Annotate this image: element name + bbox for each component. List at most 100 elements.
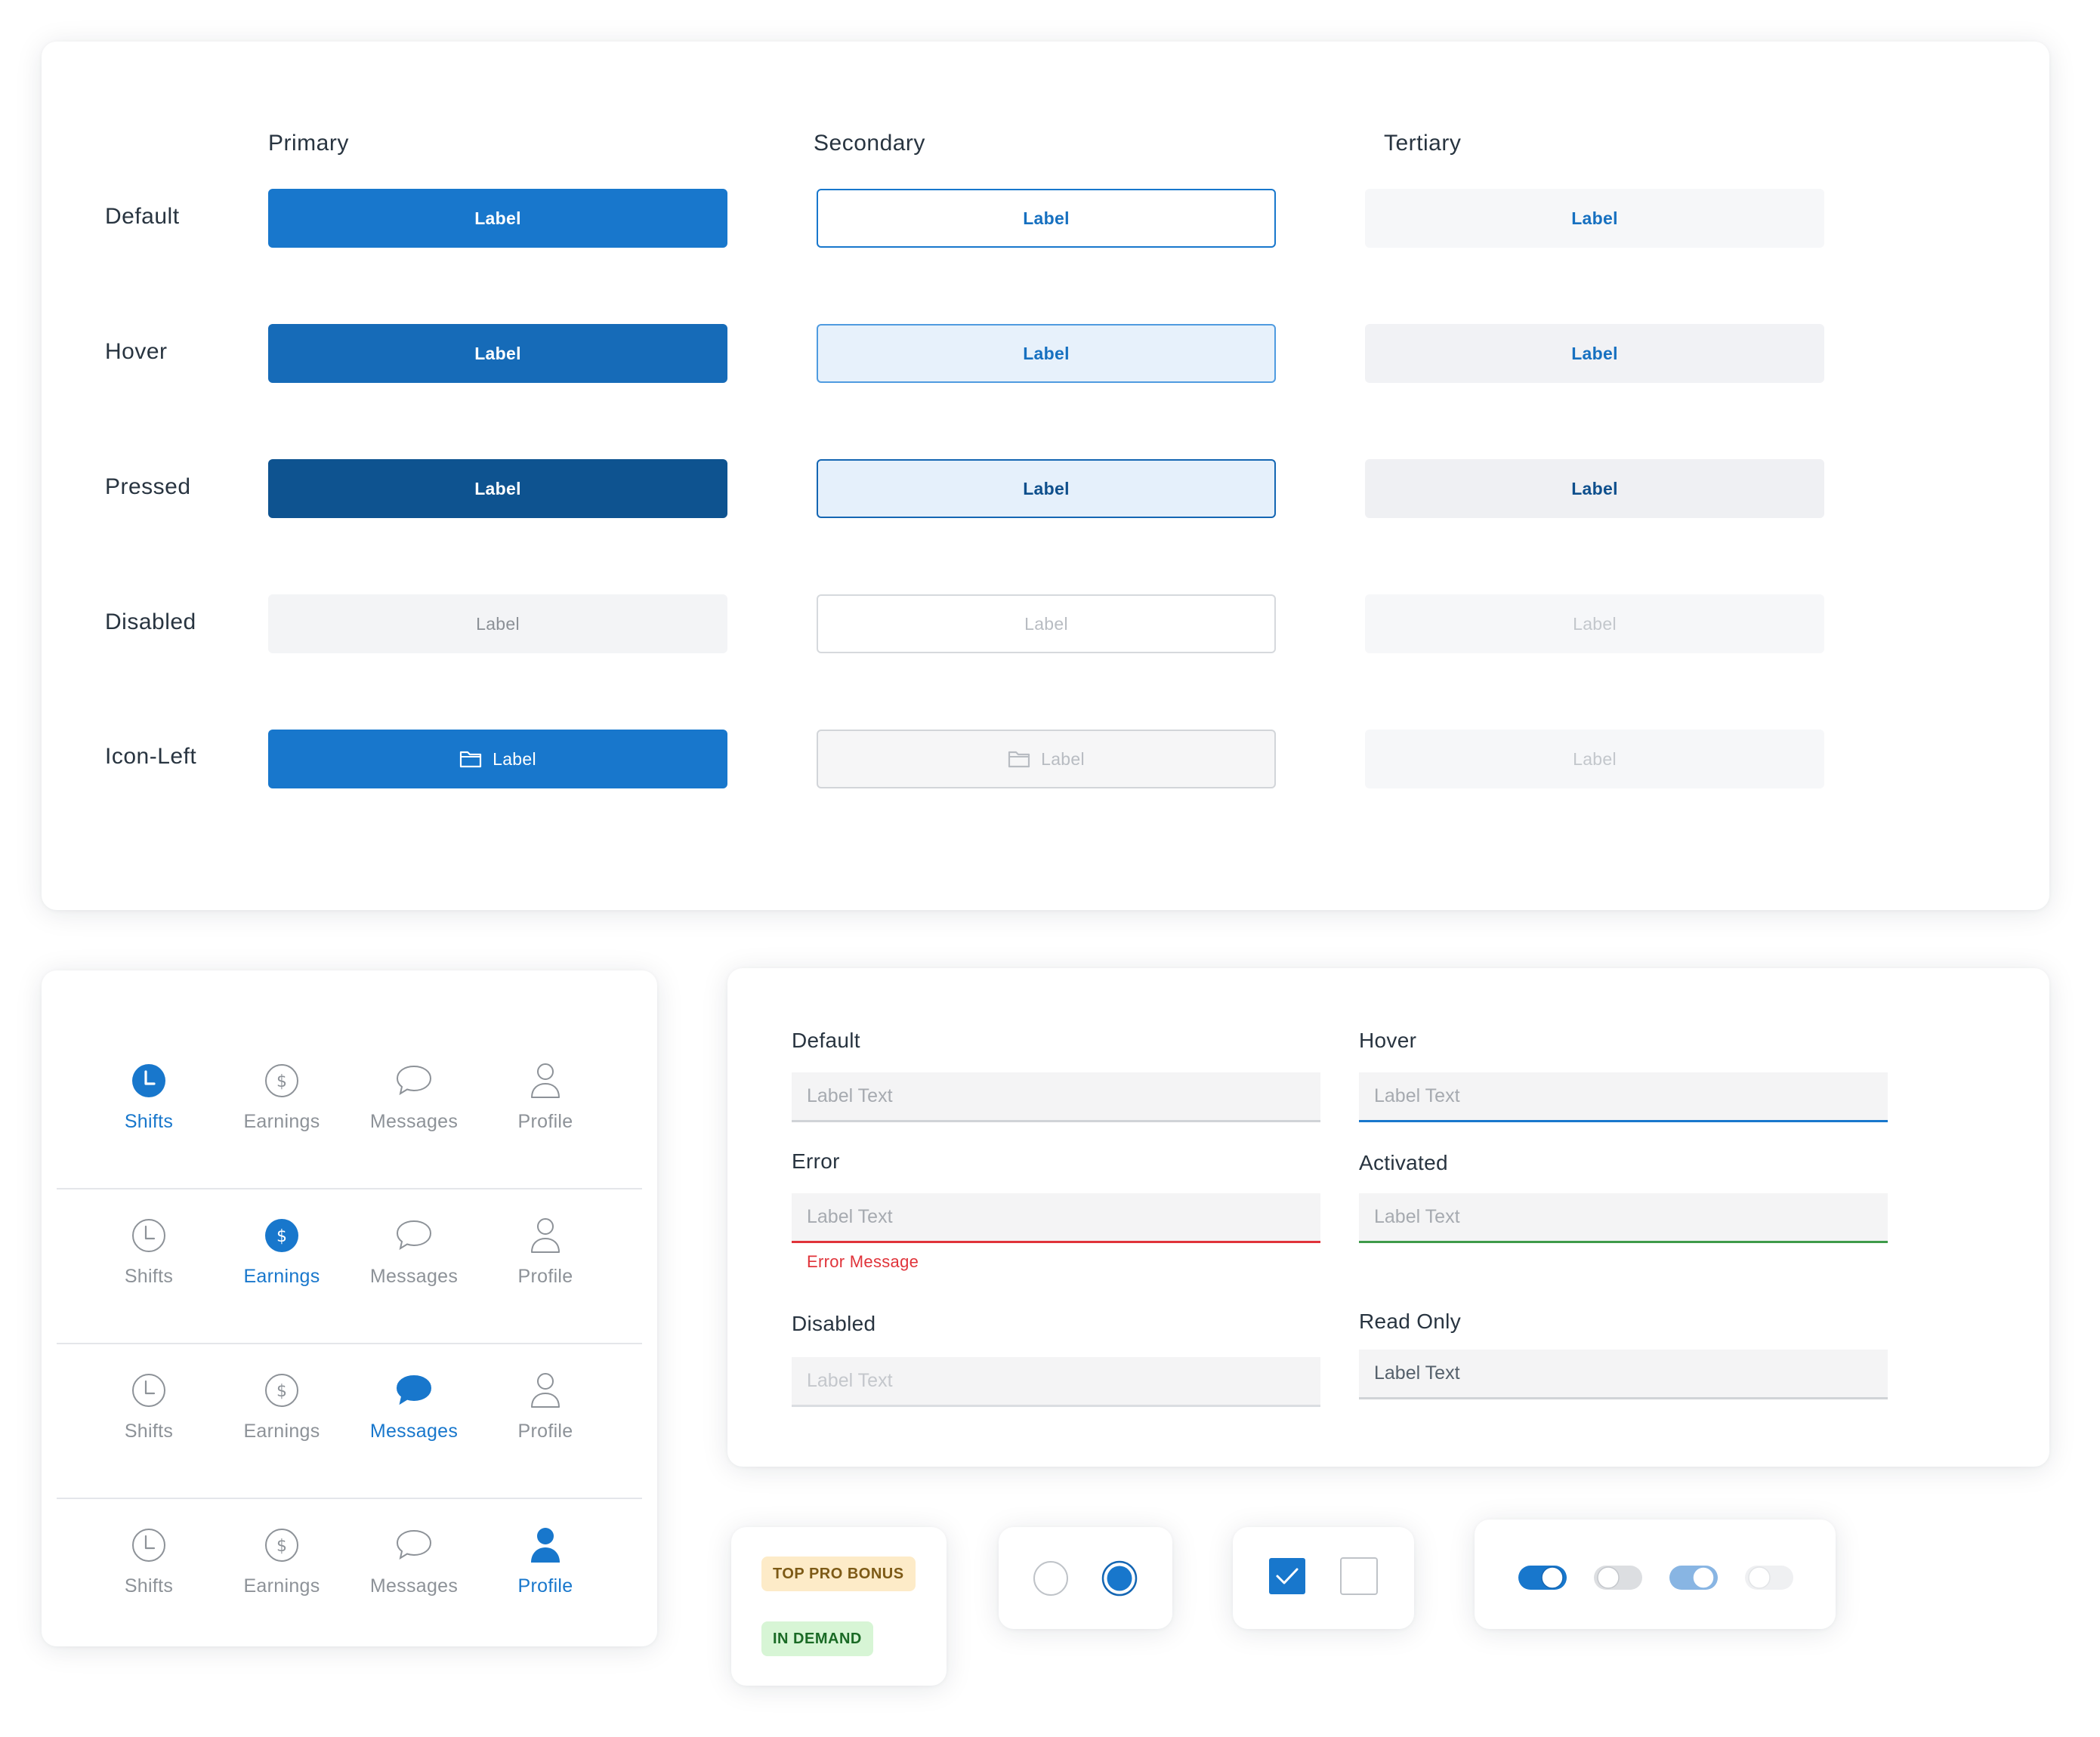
field-label-default: Default: [792, 1029, 860, 1052]
primary-default-button[interactable]: Label: [268, 189, 727, 248]
nav-label: Profile: [517, 1575, 573, 1597]
nav-label: Earnings: [243, 1266, 320, 1287]
nav-item-profile[interactable]: Profile: [485, 1207, 606, 1297]
dollar-icon: $: [264, 1214, 300, 1257]
nav-label: Messages: [369, 1266, 459, 1287]
primary-icon-left-button[interactable]: Label: [268, 730, 727, 788]
button-states-card: Primary Secondary Tertiary Default Hover…: [42, 42, 2049, 910]
error-message: Error Message: [807, 1252, 919, 1271]
secondary-pressed-button[interactable]: Label: [817, 459, 1276, 518]
toggle-off-disabled[interactable]: [1745, 1563, 1793, 1596]
radio-unselected[interactable]: [1033, 1560, 1069, 1600]
bottom-nav-bar: Shifts $ Earnings Messages Profile: [42, 1207, 657, 1362]
tertiary-disabled-button[interactable]: Label: [1365, 594, 1824, 653]
button-label: Label: [493, 748, 536, 769]
primary-disabled-button[interactable]: Label: [268, 594, 727, 653]
row-label-icon-left: Icon-Left: [105, 744, 197, 769]
field-label-disabled: Disabled: [792, 1312, 876, 1335]
secondary-disabled-button[interactable]: Label: [817, 594, 1276, 653]
button-label: Label: [1573, 748, 1617, 769]
nav-item-messages[interactable]: Messages: [354, 1052, 474, 1143]
secondary-default-button[interactable]: Label: [817, 189, 1276, 248]
row-label-disabled: Disabled: [105, 609, 196, 634]
secondary-hover-button[interactable]: Label: [817, 324, 1276, 383]
nav-item-shifts[interactable]: Shifts: [88, 1516, 209, 1607]
nav-item-earnings[interactable]: $ Earnings: [221, 1362, 342, 1452]
chat-bubble-icon: [395, 1524, 433, 1566]
column-header-secondary: Secondary: [814, 131, 925, 156]
divider: [57, 1498, 642, 1499]
column-header-primary: Primary: [268, 131, 349, 156]
row-label-hover: Hover: [105, 339, 168, 364]
nav-label: Shifts: [124, 1421, 174, 1442]
nav-label: Shifts: [124, 1266, 174, 1287]
tertiary-icon-left-button[interactable]: Label: [1365, 730, 1824, 788]
toggles-card: [1475, 1519, 1836, 1629]
tertiary-hover-button[interactable]: Label: [1365, 324, 1824, 383]
dollar-icon: $: [264, 1369, 300, 1412]
field-label-activated: Activated: [1359, 1151, 1448, 1174]
dollar-icon: $: [264, 1524, 300, 1566]
bottom-nav-states-card: Shifts $ Earnings Messages Profile Shift…: [42, 970, 657, 1646]
radio-buttons-card: [999, 1527, 1172, 1629]
nav-item-earnings[interactable]: $ Earnings: [221, 1052, 342, 1143]
nav-label: Shifts: [124, 1575, 174, 1597]
secondary-icon-left-button[interactable]: Label: [817, 730, 1276, 788]
clock-icon: [131, 1214, 167, 1257]
nav-item-messages[interactable]: Messages: [354, 1516, 474, 1607]
input-placeholder: Label Text: [807, 1370, 893, 1391]
tertiary-pressed-button[interactable]: Label: [1365, 459, 1824, 518]
field-label-read-only: Read Only: [1359, 1310, 1461, 1333]
button-label: Label: [1023, 208, 1070, 228]
chat-bubble-icon: [395, 1060, 433, 1102]
nav-item-shifts[interactable]: Shifts: [88, 1362, 209, 1452]
checkbox-checked[interactable]: [1268, 1557, 1306, 1599]
clock-icon: [131, 1060, 167, 1102]
svg-text:$: $: [276, 1227, 287, 1246]
person-icon: [529, 1524, 562, 1566]
button-label: Label: [1041, 748, 1085, 769]
hover-input[interactable]: Label Text: [1359, 1072, 1888, 1122]
toggle-on-disabled[interactable]: [1669, 1563, 1718, 1596]
toggle-off[interactable]: [1594, 1563, 1642, 1596]
folder-icon: [459, 750, 482, 768]
nav-item-earnings[interactable]: $ Earnings: [221, 1516, 342, 1607]
nav-item-messages[interactable]: Messages: [354, 1362, 474, 1452]
nav-item-profile[interactable]: Profile: [485, 1362, 606, 1452]
svg-text:$: $: [276, 1537, 287, 1556]
nav-item-profile[interactable]: Profile: [485, 1052, 606, 1143]
checkboxes-card: [1233, 1527, 1414, 1629]
clock-icon: [131, 1524, 167, 1566]
radio-selected[interactable]: [1101, 1560, 1138, 1600]
default-input[interactable]: Label Text: [792, 1072, 1320, 1122]
read-only-input[interactable]: Label Text: [1359, 1350, 1888, 1399]
input-placeholder: Label Text: [1374, 1085, 1460, 1106]
badges-card: TOP PRO BONUS IN DEMAND: [731, 1527, 947, 1686]
top-pro-bonus-badge: TOP PRO BONUS: [761, 1557, 916, 1591]
bottom-nav-bar: Shifts $ Earnings Messages Profile: [42, 1362, 657, 1517]
nav-item-profile[interactable]: Profile: [485, 1516, 606, 1607]
person-icon: [529, 1060, 562, 1102]
primary-hover-button[interactable]: Label: [268, 324, 727, 383]
primary-pressed-button[interactable]: Label: [268, 459, 727, 518]
toggle-on[interactable]: [1518, 1563, 1567, 1596]
checkbox-unchecked[interactable]: [1340, 1557, 1378, 1599]
nav-item-shifts[interactable]: Shifts: [88, 1207, 209, 1297]
nav-item-earnings[interactable]: $ Earnings: [221, 1207, 342, 1297]
disabled-input[interactable]: Label Text: [792, 1357, 1320, 1407]
nav-label: Shifts: [124, 1111, 174, 1132]
button-label: Label: [1023, 478, 1070, 498]
button-label: Label: [476, 613, 520, 634]
activated-input[interactable]: Label Text: [1359, 1193, 1888, 1243]
nav-item-messages[interactable]: Messages: [354, 1207, 474, 1297]
button-label: Label: [1024, 613, 1068, 634]
error-input[interactable]: Label Text: [792, 1193, 1320, 1243]
nav-item-shifts[interactable]: Shifts: [88, 1052, 209, 1143]
button-label: Label: [1023, 343, 1070, 363]
button-label: Label: [1571, 208, 1618, 228]
nav-label: Profile: [517, 1266, 573, 1287]
tertiary-default-button[interactable]: Label: [1365, 189, 1824, 248]
input-placeholder: Label Text: [807, 1206, 893, 1227]
nav-label: Messages: [369, 1111, 459, 1132]
button-label: Label: [474, 343, 521, 363]
